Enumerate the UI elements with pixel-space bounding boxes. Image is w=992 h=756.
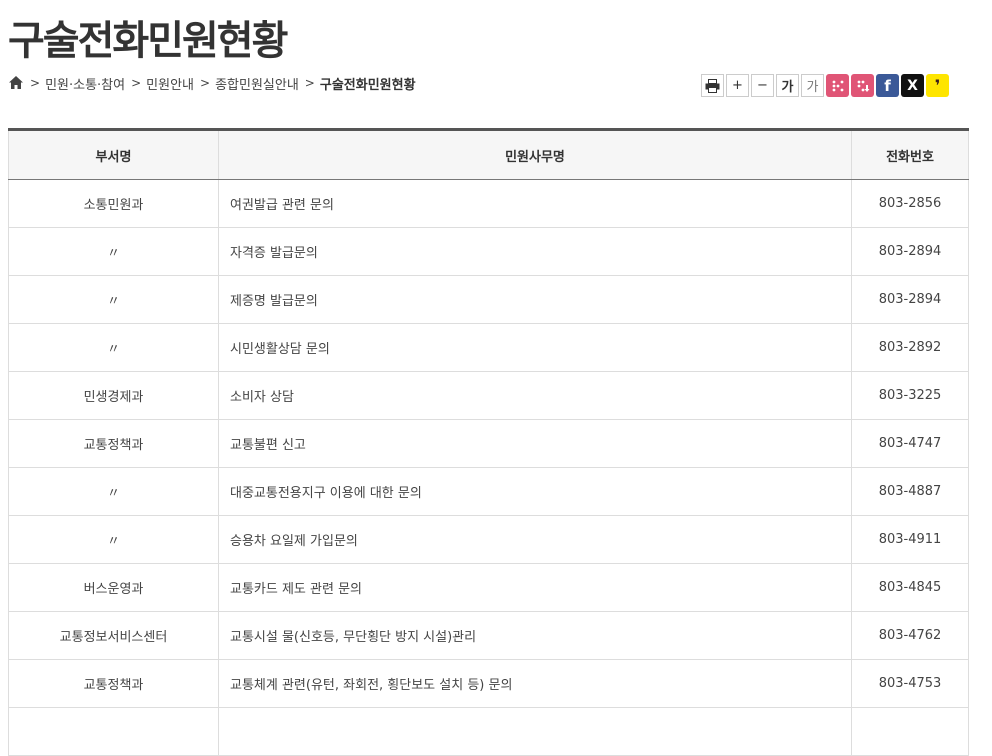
phone-cell: 803-4845 xyxy=(851,563,969,612)
dept-cell: 소통민원과 xyxy=(8,179,219,228)
dept-cell: 〃 xyxy=(8,467,219,516)
phone-cell: 803-2894 xyxy=(851,275,969,324)
phone-cell: 803-4911 xyxy=(851,515,969,564)
zoom-in-button[interactable]: + xyxy=(726,74,749,97)
dept-cell: 〃 xyxy=(8,227,219,276)
braille-download-button[interactable] xyxy=(851,74,874,97)
breadcrumb-current: 구술전화민원현황 xyxy=(319,77,416,93)
page-tools: + − 가 가 f X ❜ xyxy=(701,74,949,97)
home-icon[interactable] xyxy=(8,75,24,91)
phone-cell: 803-2894 xyxy=(851,227,969,276)
civil-phone-table: 부서명 민원사무명 전화번호 소통민원과 여권발급 관련 문의 803-2856… xyxy=(8,128,969,756)
phone-cell: 803-4747 xyxy=(851,419,969,468)
braille-icon xyxy=(832,80,843,91)
kakao-share-button[interactable]: ❜ xyxy=(926,74,949,97)
phone-cell: 803-4762 xyxy=(851,611,969,660)
task-cell: 교통불편 신고 xyxy=(218,419,852,468)
breadcrumb-link[interactable]: 민원·소통·참여 xyxy=(45,74,125,93)
zoom-out-button[interactable]: − xyxy=(751,74,774,97)
chevron-right-icon: > xyxy=(200,76,211,90)
table-row: 〃 시민생활상담 문의 803-2892 xyxy=(8,323,969,372)
dept-cell: 〃 xyxy=(8,515,219,564)
dept-cell: 〃 xyxy=(8,323,219,372)
task-cell: 여권발급 관련 문의 xyxy=(218,179,852,228)
civil-phone-table-container: 부서명 민원사무명 전화번호 소통민원과 여권발급 관련 문의 803-2856… xyxy=(8,128,969,756)
print-icon xyxy=(705,78,720,93)
braille-download-icon xyxy=(857,80,869,92)
table-row: 교통정책과 교통불편 신고 803-4747 xyxy=(8,419,969,468)
task-cell: 제증명 발급문의 xyxy=(218,275,852,324)
task-cell: 승용차 요일제 가입문의 xyxy=(218,515,852,564)
chevron-right-icon: > xyxy=(304,76,315,90)
braille-button[interactable] xyxy=(826,74,849,97)
chevron-right-icon: > xyxy=(131,76,142,90)
table-row: 교통정책과 교통체계 관련(유턴, 좌회전, 횡단보도 설치 등) 문의 803… xyxy=(8,659,969,708)
dept-cell: 교통정책과 xyxy=(8,419,219,468)
task-cell: 교통시설 물(신호등, 무단횡단 방지 시설)관리 xyxy=(218,611,852,660)
print-button[interactable] xyxy=(701,74,724,97)
phone-cell: 803-4887 xyxy=(851,467,969,516)
column-header-dept: 부서명 xyxy=(8,129,219,180)
table-row: 〃 승용차 요일제 가입문의 803-4911 xyxy=(8,515,969,564)
font-light-button[interactable]: 가 xyxy=(801,74,824,97)
dept-cell: 민생경제과 xyxy=(8,371,219,420)
task-cell: 교통체계 관련(유턴, 좌회전, 횡단보도 설치 등) 문의 xyxy=(218,659,852,708)
table-row: 민생경제과 소비자 상담 803-3225 xyxy=(8,371,969,420)
breadcrumb-link[interactable]: 민원안내 xyxy=(146,74,194,93)
breadcrumb: > 민원·소통·참여 > 민원안내 > 종합민원실안내 > 구술전화민원현황 xyxy=(8,73,416,93)
dept-cell: 교통정보서비스센터 xyxy=(8,611,219,660)
dept-cell: 교통정책과 xyxy=(8,659,219,708)
dept-cell: 〃 xyxy=(8,275,219,324)
phone-cell: 803-3225 xyxy=(851,371,969,420)
font-bold-button[interactable]: 가 xyxy=(776,74,799,97)
x-share-button[interactable]: X xyxy=(901,74,924,97)
task-cell: 자격증 발급문의 xyxy=(218,227,852,276)
phone-cell: 803-2892 xyxy=(851,323,969,372)
task-cell: 시민생활상담 문의 xyxy=(218,323,852,372)
table-row: 버스운영과 교통카드 제도 관련 문의 803-4845 xyxy=(8,563,969,612)
column-header-task: 민원사무명 xyxy=(218,129,852,180)
table-header-row: 부서명 민원사무명 전화번호 xyxy=(8,129,969,180)
table-row: 소통민원과 여권발급 관련 문의 803-2856 xyxy=(8,179,969,228)
table-row: 〃 대중교통전용지구 이용에 대한 문의 803-4887 xyxy=(8,467,969,516)
task-cell: 교통카드 제도 관련 문의 xyxy=(218,563,852,612)
page-title: 구술전화민원현황 xyxy=(8,18,288,64)
facebook-share-button[interactable]: f xyxy=(876,74,899,97)
chevron-right-icon: > xyxy=(30,76,41,90)
breadcrumb-link[interactable]: 종합민원실안내 xyxy=(215,74,299,93)
task-cell: 소비자 상담 xyxy=(218,371,852,420)
dept-cell: 버스운영과 xyxy=(8,563,219,612)
task-cell: 대중교통전용지구 이용에 대한 문의 xyxy=(218,467,852,516)
table-row: 교통정보서비스센터 교통시설 물(신호등, 무단횡단 방지 시설)관리 803-… xyxy=(8,611,969,660)
column-header-phone: 전화번호 xyxy=(851,129,969,180)
phone-cell: 803-2856 xyxy=(851,179,969,228)
phone-cell: 803-4753 xyxy=(851,659,969,708)
table-row: 〃 제증명 발급문의 803-2894 xyxy=(8,275,969,324)
table-row: 〃 자격증 발급문의 803-2894 xyxy=(8,227,969,276)
